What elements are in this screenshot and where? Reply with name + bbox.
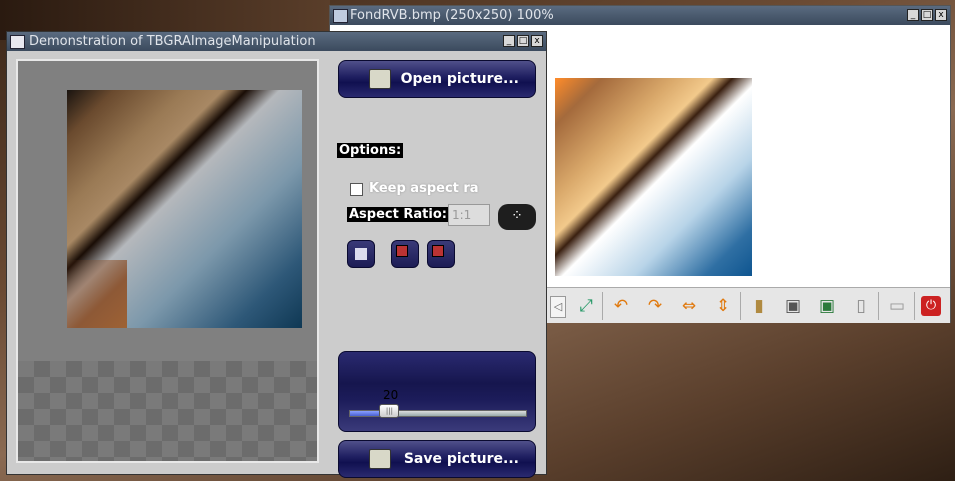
slider-thumb[interactable]: ||| bbox=[379, 404, 400, 418]
viewer-title: FondRVB.bmp (250x250) 100% bbox=[350, 8, 554, 23]
delete-icon[interactable]: ▯ bbox=[851, 296, 871, 316]
save-image-icon bbox=[369, 449, 391, 469]
app-icon bbox=[10, 35, 25, 49]
demo-window: Demonstration of TBGRAImageManipulation … bbox=[6, 31, 547, 478]
zoom-slider-panel: 20 ||| bbox=[338, 351, 536, 432]
save-picture-button[interactable]: Save picture... bbox=[338, 440, 536, 478]
rotate-left-icon[interactable]: ↶ bbox=[611, 296, 631, 316]
zoom-fit-icon[interactable]: ⤢ bbox=[576, 296, 596, 316]
open-picture-label: Open picture... bbox=[400, 71, 519, 87]
rotate-crop-button[interactable] bbox=[347, 240, 375, 268]
options-label: Options: bbox=[337, 143, 404, 158]
viewer-minimize-button[interactable]: _ bbox=[907, 9, 919, 21]
open-picture-button[interactable]: Open picture... bbox=[338, 60, 536, 98]
viewer-close-button[interactable]: x bbox=[935, 9, 947, 21]
demo-close-button[interactable]: x bbox=[531, 35, 543, 47]
crop-arrow-icon bbox=[355, 248, 367, 260]
toolbar-separator bbox=[740, 292, 741, 320]
image-manipulation-area[interactable] bbox=[16, 59, 319, 463]
crop-layout-button-1[interactable] bbox=[391, 240, 419, 268]
layout-icon bbox=[396, 245, 408, 257]
crop-preview-image[interactable] bbox=[67, 90, 302, 328]
rotate-right-icon[interactable]: ↷ bbox=[645, 296, 665, 316]
open-folder-icon bbox=[369, 69, 391, 89]
dots-icon: ⁘ bbox=[511, 208, 523, 224]
slider-track[interactable] bbox=[349, 410, 527, 417]
previous-icon[interactable]: ◁ bbox=[550, 296, 566, 318]
demo-minimize-button[interactable]: _ bbox=[503, 35, 515, 47]
slider-value: 20 bbox=[383, 388, 399, 402]
aspect-ratio-input[interactable]: 1:1 bbox=[448, 204, 490, 226]
image-file-icon bbox=[333, 9, 348, 23]
demo-maximize-button[interactable]: □ bbox=[517, 35, 529, 47]
exit-icon[interactable]: ⏻ bbox=[921, 296, 941, 316]
viewer-titlebar[interactable]: FondRVB.bmp (250x250) 100% _ □ x bbox=[330, 6, 950, 25]
apply-ratio-button[interactable]: ⁘ bbox=[498, 204, 536, 230]
toolbar-separator bbox=[878, 292, 879, 320]
displayed-image bbox=[555, 78, 752, 276]
keep-aspect-label[interactable]: Keep aspect ra bbox=[369, 181, 481, 196]
save-picture-label: Save picture... bbox=[403, 451, 519, 467]
layout-icon bbox=[432, 245, 444, 257]
toolbar-separator bbox=[602, 292, 603, 320]
save-icon[interactable]: ▣ bbox=[783, 296, 803, 316]
toolbar-separator bbox=[914, 292, 915, 320]
flip-vertical-icon[interactable]: ⇕ bbox=[713, 296, 733, 316]
crop-layout-button-2[interactable] bbox=[427, 240, 455, 268]
demo-title: Demonstration of TBGRAImageManipulation bbox=[29, 34, 316, 49]
keep-aspect-checkbox[interactable] bbox=[350, 183, 363, 196]
edit-icon[interactable]: ▮ bbox=[749, 296, 769, 316]
transparency-checkerboard bbox=[18, 361, 317, 461]
slideshow-icon[interactable]: ▭ bbox=[887, 296, 907, 316]
preview-corner bbox=[67, 260, 127, 328]
controls-panel: Open picture... Options: Keep aspect ra … bbox=[329, 52, 539, 478]
demo-titlebar[interactable]: Demonstration of TBGRAImageManipulation … bbox=[7, 32, 546, 51]
viewer-maximize-button[interactable]: □ bbox=[921, 9, 933, 21]
aspect-ratio-label: Aspect Ratio: bbox=[347, 207, 449, 222]
save-as-icon[interactable]: ▣ bbox=[817, 296, 837, 316]
flip-horizontal-icon[interactable]: ⇔ bbox=[679, 296, 699, 316]
